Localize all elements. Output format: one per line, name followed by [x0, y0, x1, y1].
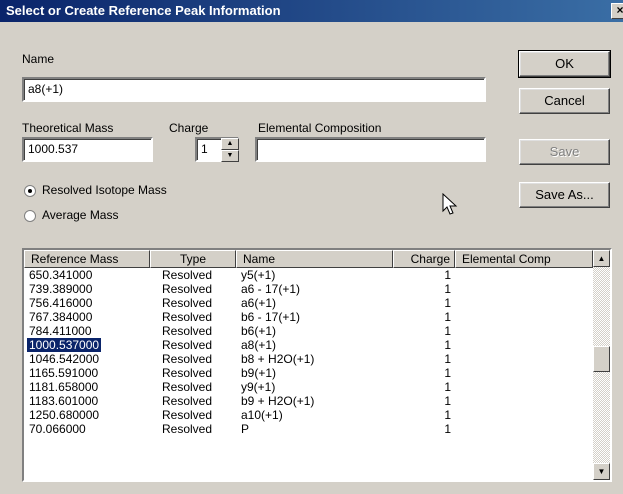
cell-reference-mass: 1046.542000 [29, 352, 100, 366]
column-header-reference-mass[interactable]: Reference Mass [24, 250, 150, 268]
average-mass-radio[interactable] [24, 210, 36, 222]
cell-reference-mass: 767.384000 [29, 310, 93, 324]
column-header-elemental-comp[interactable]: Elemental Comp [455, 250, 593, 268]
table-row[interactable]: 784.411000 Resolved b6(+1) 1 [24, 324, 594, 338]
cell-charge: 1 [444, 422, 451, 436]
cell-reference-mass: 756.416000 [29, 296, 93, 310]
charge-spin-up-icon[interactable]: ▲ [221, 138, 239, 150]
elemental-composition-input[interactable] [255, 137, 486, 162]
charge-spin-down-icon[interactable]: ▼ [221, 150, 239, 162]
save-button[interactable]: Save [519, 139, 610, 165]
cell-charge: 1 [444, 394, 451, 408]
name-input[interactable]: a8(+1) [22, 77, 486, 102]
cell-name: y9(+1) [241, 380, 276, 394]
column-header-name[interactable]: Name [236, 250, 393, 268]
theoretical-mass-input[interactable]: 1000.537 [22, 137, 153, 162]
table-row[interactable]: 1000.537000 Resolved a8(+1) 1 [24, 337, 594, 353]
cell-type: Resolved [162, 268, 213, 282]
cell-charge: 1 [444, 352, 451, 366]
cancel-button[interactable]: Cancel [519, 88, 610, 114]
cell-name: a6 - 17(+1) [241, 282, 301, 296]
reference-peak-dialog: Select or Create Reference Peak Informat… [0, 0, 623, 494]
cell-name: P [241, 422, 250, 436]
cell-charge: 1 [444, 380, 451, 394]
cell-charge: 1 [444, 268, 451, 282]
charge-label: Charge [169, 121, 209, 135]
table-vertical-scrollbar[interactable]: ▲ ▼ [593, 250, 610, 480]
cell-type: Resolved [162, 422, 213, 436]
cell-type: Resolved [162, 296, 213, 310]
cell-reference-mass: 1183.601000 [29, 394, 99, 408]
cell-type: Resolved [162, 380, 213, 394]
reference-peak-table[interactable]: Reference Mass Type Name Charge Elementa… [22, 248, 612, 482]
title-bar[interactable]: Select or Create Reference Peak Informat… [0, 0, 623, 22]
table-row[interactable]: 1046.542000 Resolved b8 + H2O(+1) 1 [24, 352, 594, 366]
scroll-down-icon[interactable]: ▼ [593, 463, 610, 480]
cell-name: a8(+1) [241, 338, 277, 352]
ok-button[interactable]: OK [518, 50, 611, 78]
cell-type: Resolved [162, 324, 213, 338]
window-title: Select or Create Reference Peak Informat… [6, 3, 281, 18]
cell-charge: 1 [444, 310, 451, 324]
average-mass-label[interactable]: Average Mass [42, 208, 118, 222]
name-label: Name [22, 52, 55, 66]
cell-charge: 1 [444, 282, 451, 296]
cell-name: a6(+1) [241, 296, 277, 310]
table-row[interactable]: 767.384000 Resolved b6 - 17(+1) 1 [24, 310, 594, 324]
cell-type: Resolved [162, 282, 213, 296]
close-button[interactable]: × [611, 3, 623, 19]
table-row[interactable]: 756.416000 Resolved a6(+1) 1 [24, 296, 594, 310]
cell-type: Resolved [162, 352, 213, 366]
cell-reference-mass: 1250.680000 [29, 408, 100, 422]
table-row[interactable]: 70.066000 Resolved P 1 [24, 422, 594, 436]
elemental-composition-label: Elemental Composition [258, 121, 382, 135]
mouse-pointer-icon [442, 193, 458, 215]
table-row[interactable]: 1183.601000 Resolved b9 + H2O(+1) 1 [24, 394, 594, 408]
scroll-thumb[interactable] [593, 346, 610, 372]
cell-type: Resolved [162, 408, 213, 422]
cell-reference-mass: 1000.537000 [25, 337, 103, 353]
cell-name: y5(+1) [241, 268, 276, 282]
cell-type: Resolved [162, 366, 213, 380]
resolved-isotope-radio[interactable] [24, 185, 36, 197]
save-as-button[interactable]: Save As... [519, 182, 610, 208]
cell-reference-mass: 1181.658000 [29, 380, 99, 394]
table-row[interactable]: 1165.591000 Resolved b9(+1) 1 [24, 366, 594, 380]
cell-charge: 1 [444, 324, 451, 338]
cell-name: b8 + H2O(+1) [241, 352, 315, 366]
cell-name: a10(+1) [241, 408, 283, 422]
cell-type: Resolved [162, 394, 213, 408]
cell-reference-mass: 1165.591000 [29, 366, 99, 380]
cell-type: Resolved [162, 338, 213, 352]
cell-charge: 1 [444, 366, 451, 380]
table-row[interactable]: 739.389000 Resolved a6 - 17(+1) 1 [24, 282, 594, 296]
column-header-charge[interactable]: Charge [393, 250, 455, 268]
cell-name: b9 + H2O(+1) [241, 394, 315, 408]
cell-name: b9(+1) [241, 366, 277, 380]
table-row[interactable]: 1181.658000 Resolved y9(+1) 1 [24, 380, 594, 394]
cell-reference-mass: 784.411000 [29, 324, 92, 338]
table-row[interactable]: 650.341000 Resolved y5(+1) 1 [24, 268, 594, 282]
cell-charge: 1 [444, 338, 451, 352]
cell-name: b6(+1) [241, 324, 277, 338]
resolved-isotope-label[interactable]: Resolved Isotope Mass [42, 183, 167, 197]
scroll-up-icon[interactable]: ▲ [593, 250, 610, 267]
cell-charge: 1 [444, 408, 451, 422]
cell-reference-mass: 70.066000 [29, 422, 86, 436]
theoretical-mass-label: Theoretical Mass [22, 121, 114, 135]
cell-type: Resolved [162, 310, 213, 324]
cell-reference-mass: 739.389000 [29, 282, 93, 296]
cell-charge: 1 [444, 296, 451, 310]
cell-reference-mass: 650.341000 [29, 268, 93, 282]
cell-name: b6 - 17(+1) [241, 310, 301, 324]
column-header-type[interactable]: Type [150, 250, 236, 268]
table-row[interactable]: 1250.680000 Resolved a10(+1) 1 [24, 408, 594, 422]
